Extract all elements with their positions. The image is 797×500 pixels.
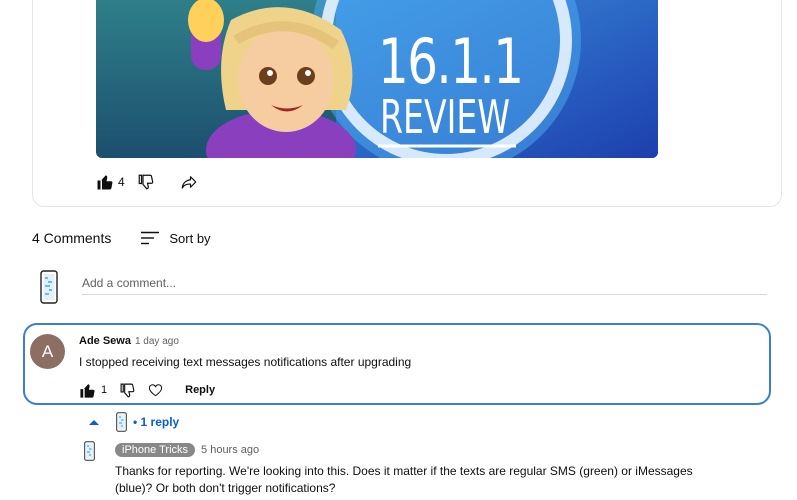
sort-button[interactable]: Sort by — [141, 230, 211, 246]
user-avatar-icon — [40, 270, 58, 309]
comments-count: 4 Comments — [32, 230, 112, 246]
comment-avatar[interactable]: A — [30, 334, 65, 369]
comment-like-button[interactable]: 1 — [79, 382, 107, 399]
replier-avatar-icon — [116, 412, 127, 432]
comment-heart-button[interactable] — [148, 383, 163, 397]
add-comment-row — [40, 268, 767, 308]
comment-author[interactable]: Ade Sewa — [79, 335, 131, 347]
reply-text: Thanks for reporting. We're looking into… — [115, 464, 693, 495]
sort-icon — [141, 231, 160, 245]
reply-header: iPhone Tricks 5 hours ago — [115, 443, 259, 457]
thumbnail-version-text: 16.1.1 — [378, 25, 524, 98]
share-icon — [181, 176, 197, 189]
comment-dislike-button[interactable] — [119, 382, 136, 399]
reply-button[interactable]: Reply — [185, 384, 215, 396]
comment-header: Ade Sewa 1 day ago — [79, 335, 179, 347]
reply-avatar-icon[interactable] — [84, 441, 95, 466]
thumbs-down-icon — [138, 174, 153, 190]
reply-time[interactable]: 5 hours ago — [201, 444, 259, 456]
comment-actions: 1 Reply — [79, 381, 215, 399]
replies-toggle[interactable]: • 1 reply — [88, 412, 179, 432]
comment-time[interactable]: 1 day ago — [135, 336, 179, 347]
thumbnail-art — [96, 0, 658, 158]
video-thumbnail[interactable]: 16.1.1 REVIEW — [96, 0, 658, 158]
add-comment-input[interactable] — [82, 272, 767, 295]
heart-icon — [149, 384, 163, 397]
thumbnail-review-text: REVIEW — [380, 90, 511, 144]
thumbs-up-icon — [97, 175, 113, 190]
thumbs-up-icon — [80, 383, 95, 398]
video-like-count: 4 — [118, 175, 125, 189]
like-button[interactable]: 4 — [96, 173, 125, 191]
comments-header: 4 Comments Sort by — [32, 226, 211, 250]
sort-label: Sort by — [169, 230, 211, 246]
dislike-button[interactable] — [137, 173, 155, 191]
video-actions: 4 — [96, 170, 199, 194]
thumbs-down-icon — [120, 383, 135, 398]
replies-count-label[interactable]: • 1 reply — [133, 415, 179, 429]
comment-like-count: 1 — [101, 384, 108, 396]
share-button[interactable] — [179, 173, 199, 191]
chevron-up-icon — [89, 420, 99, 425]
comment-text: I stopped receiving text messages notifi… — [79, 355, 412, 369]
reply-author-badge[interactable]: iPhone Tricks — [115, 443, 196, 457]
